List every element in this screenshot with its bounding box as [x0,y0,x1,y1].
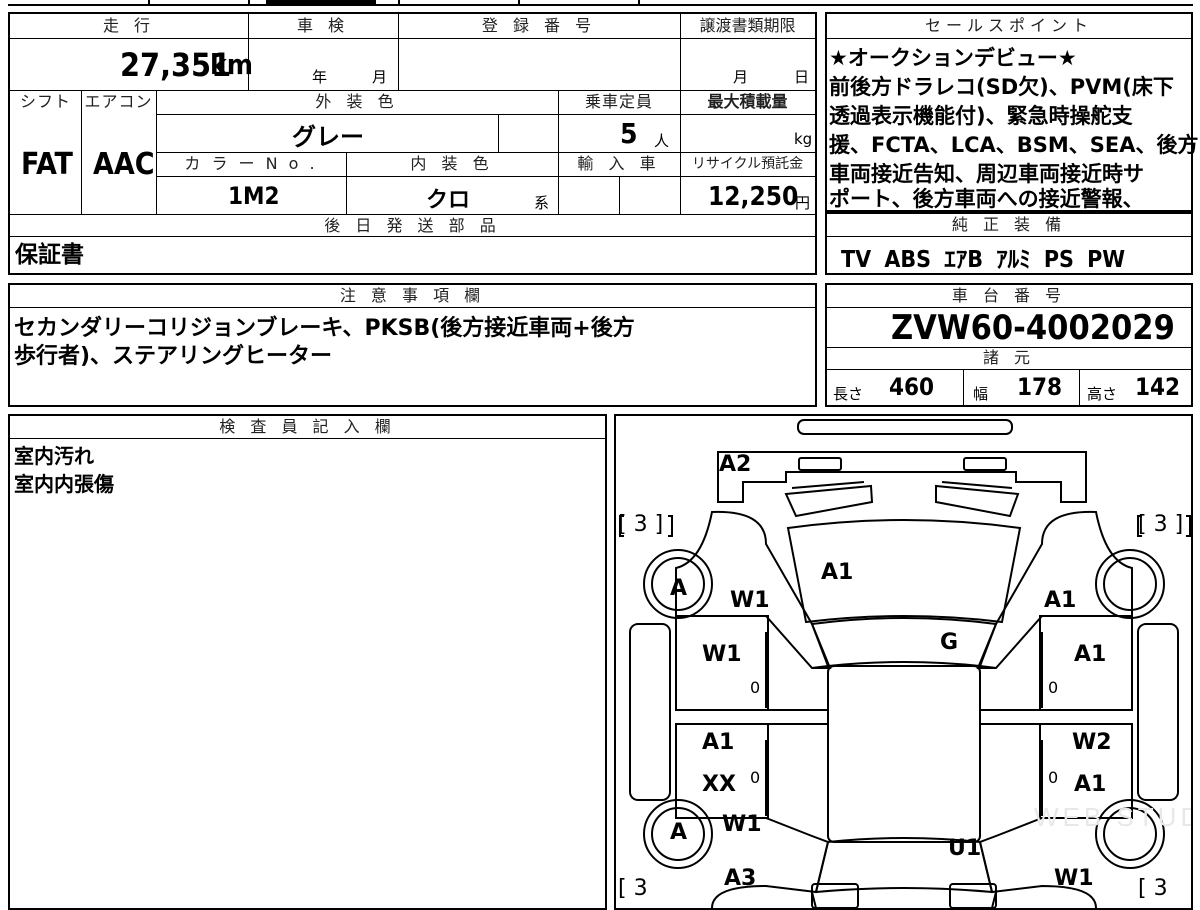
mark-quarter-left: W1 [722,812,762,837]
mark-door-rear-right-a: W2 [1072,730,1112,755]
aircon-header: エアコン [84,92,153,111]
inspection-header: 車 検 [296,16,350,35]
shift-value: FAT [21,147,73,182]
chassis-number: ZVW60-4002029 [891,308,1175,348]
mark-zero: 0 [750,768,761,787]
inspector-line: 室内汚れ [14,444,94,468]
interior-color-header: 内 装 色 [410,154,494,173]
inspector-line: 室内内張傷 [14,472,114,496]
recycle-unit: 円 [795,194,811,212]
deadline-month: 月 [733,68,749,86]
capacity-unit: 人 [654,132,670,150]
notes-panel: 注 意 事 項 欄 セカンダリーコリジョンブレーキ、PKSB(後方接近車両+後方… [8,283,817,407]
capacity-header: 乗車定員 [584,92,653,111]
specs-header: 諸 元 [982,348,1036,367]
vehicle-info-table: 走 行 車 検 登 録 番 号 譲渡書類期限 シフト エアコン 外 装 色 乗車… [8,12,817,275]
tire-rear-left: [ 3 [618,876,648,901]
mark-fender-left: W1 [730,588,770,613]
recycle-value: 12,250 [708,182,799,212]
width-label: 幅 [973,385,989,403]
tire-front-left: [ 3 ] [618,512,664,537]
mark-roof-back: U1 [948,836,982,861]
inspection-year: 年 [312,68,328,86]
color-no-header: カ ラ ー N o . [184,154,318,173]
interior-suffix: 系 [534,194,550,212]
length-value: 460 [889,373,935,401]
height-value: 142 [1135,373,1181,401]
capacity-value: 5 [620,117,638,150]
wheel-front-left: A [670,576,688,601]
tire-front-right: [ 3 ] [1138,512,1184,537]
interior-color-value: クロ [426,188,471,213]
sales-line: 援、FCTA、LCA、BSM、SEA、後方 [829,133,1199,157]
inspector-panel: 検 査 員 記 入 欄 室内汚れ 室内内張傷 [8,414,607,910]
max-load-unit: kg [794,130,813,148]
sales-line: ポート、後方車両への接近警報、 [829,187,1144,211]
damage-diagram-panel: WEB STUDIO A2 [ 3 ] [ 3 ] [ 3 [ 3 A A A1… [614,414,1193,910]
mark-hood: A1 [821,560,854,585]
aircon-value: AAC [93,147,155,182]
mark-rear-left: A3 [724,866,757,891]
notes-header: 注 意 事 項 欄 [339,286,486,305]
notes-line: セカンダリーコリジョンブレーキ、PKSB(後方接近車両+後方 [14,316,635,341]
later-parts-header: 後 日 発 送 部 品 [324,216,501,235]
height-label: 高さ [1087,385,1118,403]
equipment-panel: 純 正 装 備 TV ABS ｴｱB ｱﾙﾐ PS PW [825,212,1193,275]
sales-line: 透過表示機能付)、緊急時操舵支 [829,104,1133,128]
mark-door-rear-left-b: XX [702,772,736,797]
svg-text:WEB STUDIO: WEB STUDIO [1034,802,1191,832]
equipment-value: TV ABS ｴｱB ｱﾙﾐ PS PW [841,247,1126,273]
mark-quarter-right: W1 [1054,866,1094,891]
width-value: 178 [1017,373,1063,401]
shift-header: シフト [19,92,71,111]
mark-door-rear-left-a: A1 [702,730,735,755]
color-no-value: 1M2 [228,182,280,210]
sales-point-panel: セールスポイント ★オークションデビュー★ 前後方ドラレコ(SD欠)、PVM(床… [825,12,1199,212]
sales-point-header: セールスポイント [924,16,1093,35]
length-label: 長さ [833,385,864,403]
tire-rear-right: [ 3 [1138,876,1168,901]
top-strip [8,0,1193,6]
chassis-panel: 車 台 番 号 ZVW60-4002029 諸 元 長さ 460 幅 178 高… [825,283,1193,407]
mileage-unit: km [210,48,253,81]
chassis-header: 車 台 番 号 [951,286,1067,305]
max-load-header: 最大積載量 [707,92,788,111]
inspection-month: 月 [372,68,388,86]
mark-zero: 0 [1048,678,1059,697]
registration-header: 登 録 番 号 [481,16,597,35]
recycle-header: リサイクル預託金 [691,156,804,172]
sales-line: 前後方ドラレコ(SD欠)、PVM(床下 [829,75,1174,99]
mark-fender-right: A1 [1044,588,1077,613]
mark-door-front-left: W1 [702,642,742,667]
inspector-header: 検 査 員 記 入 欄 [219,417,396,436]
mark-door-front-right: A1 [1074,642,1107,667]
mark-zero: 0 [1048,768,1059,787]
later-parts-value: 保証書 [15,242,84,268]
deadline-day: 日 [794,68,810,86]
import-header: 輸 入 車 [577,154,661,173]
mileage-header: 走 行 [102,16,156,35]
mark-glass: G [940,630,959,655]
notes-line: 歩行者)、ステアリングヒーター [14,344,333,369]
mark-a2: A2 [719,452,752,477]
sales-line: ★オークションデビュー★ [829,46,1077,70]
exterior-color-header: 外 装 色 [315,92,399,111]
exterior-color-value: グレー [292,123,364,151]
equipment-header: 純 正 装 備 [951,215,1067,234]
mark-door-rear-right-b: A1 [1074,772,1107,797]
mark-zero: 0 [750,678,761,697]
wheel-rear-left: A [670,820,688,845]
transfer-deadline-header: 譲渡書類期限 [699,16,796,35]
